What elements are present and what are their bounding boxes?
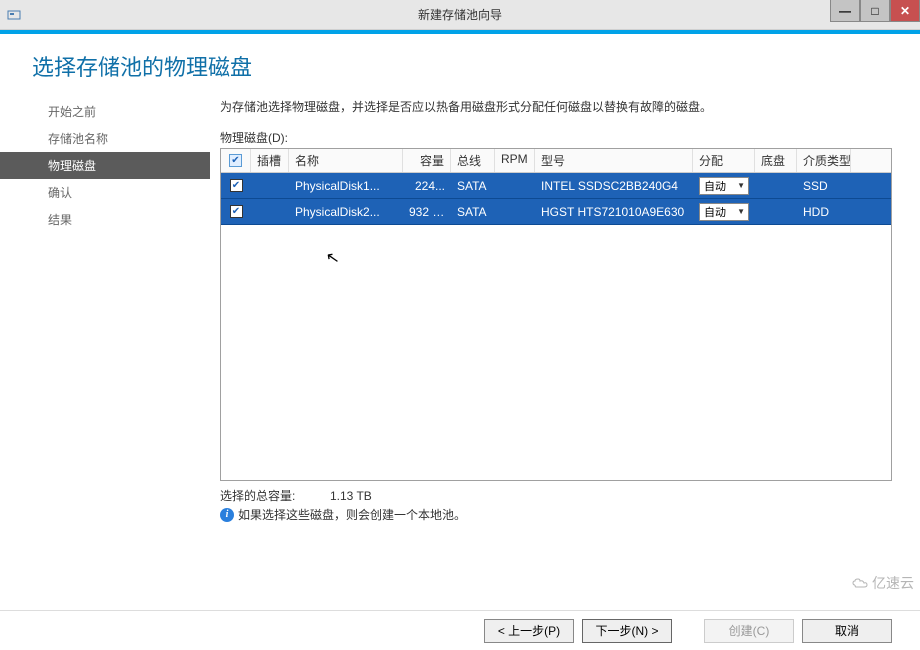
info-text: 如果选择这些磁盘，则会创建一个本地池。 [238, 506, 466, 523]
col-capacity[interactable]: 容量 [403, 149, 451, 172]
instruction-text: 为存储池选择物理磁盘，并选择是否应以热备用磁盘形式分配任何磁盘以替换有故障的磁盘… [220, 98, 892, 115]
previous-button[interactable]: < 上一步(P) [484, 619, 574, 643]
row-checkbox[interactable]: ✔ [230, 205, 243, 218]
titlebar: 新建存储池向导 — □ ✕ [0, 0, 920, 30]
table-header-row: ✔ 插槽 名称 容量 总线 RPM 型号 分配 底盘 介质类型 [221, 149, 891, 173]
next-button[interactable]: 下一步(N) > [582, 619, 672, 643]
cell-chassis [755, 209, 797, 215]
wizard-footer: < 上一步(P) 下一步(N) > 创建(C) 取消 [0, 610, 920, 650]
col-model[interactable]: 型号 [535, 149, 693, 172]
wizard-steps-sidebar: 开始之前 存储池名称 物理磁盘 确认 结果 [0, 98, 210, 610]
table-row[interactable]: ✔ PhysicalDisk1... 224... SATA INTEL SSD… [221, 173, 891, 199]
close-button[interactable]: ✕ [890, 0, 920, 22]
info-icon: i [220, 508, 234, 522]
total-capacity-label: 选择的总容量: [220, 487, 330, 504]
cell-media: SSD [797, 176, 851, 196]
sidebar-item-confirm[interactable]: 确认 [0, 179, 210, 206]
cell-name: PhysicalDisk1... [289, 176, 403, 196]
physical-disks-table: ✔ 插槽 名称 容量 总线 RPM 型号 分配 底盘 介质类型 ✔ Physic… [220, 148, 892, 481]
main-panel: 为存储池选择物理磁盘，并选择是否应以热备用磁盘形式分配任何磁盘以替换有故障的磁盘… [210, 98, 920, 610]
col-chassis[interactable]: 底盘 [755, 149, 797, 172]
col-slot[interactable]: 插槽 [251, 149, 289, 172]
row-checkbox[interactable]: ✔ [230, 179, 243, 192]
col-rpm[interactable]: RPM [495, 149, 535, 172]
chevron-down-icon: ▼ [737, 207, 745, 216]
cell-name: PhysicalDisk2... [289, 202, 403, 222]
cell-rpm [495, 183, 535, 189]
allocation-dropdown[interactable]: 自动▼ [699, 177, 749, 195]
cell-bus: SATA [451, 176, 495, 196]
table-body: ✔ PhysicalDisk1... 224... SATA INTEL SSD… [221, 173, 891, 480]
col-allocation[interactable]: 分配 [693, 149, 755, 172]
minimize-button[interactable]: — [830, 0, 860, 22]
col-bus[interactable]: 总线 [451, 149, 495, 172]
table-label: 物理磁盘(D): [220, 129, 892, 146]
cell-model: INTEL SSDSC2BB240G4 [535, 176, 693, 196]
col-media[interactable]: 介质类型 [797, 149, 851, 172]
chevron-down-icon: ▼ [737, 181, 745, 190]
cell-rpm [495, 209, 535, 215]
table-row[interactable]: ✔ PhysicalDisk2... 932 GB SATA HGST HTS7… [221, 199, 891, 225]
window-title: 新建存储池向导 [0, 6, 920, 23]
cell-capacity: 224... [403, 176, 451, 196]
cancel-button[interactable]: 取消 [802, 619, 892, 643]
cell-slot [251, 209, 289, 215]
allocation-dropdown[interactable]: 自动▼ [699, 203, 749, 221]
cell-slot [251, 183, 289, 189]
page-title: 选择存储池的物理磁盘 [0, 34, 920, 90]
summary-section: 选择的总容量: 1.13 TB i 如果选择这些磁盘，则会创建一个本地池。 [220, 487, 892, 523]
watermark: 亿速云 [851, 573, 914, 593]
col-name[interactable]: 名称 [289, 149, 403, 172]
cell-bus: SATA [451, 202, 495, 222]
cell-model: HGST HTS721010A9E630 [535, 202, 693, 222]
select-all-checkbox[interactable]: ✔ [229, 154, 242, 167]
cell-chassis [755, 183, 797, 189]
cell-media: HDD [797, 202, 851, 222]
total-capacity-value: 1.13 TB [330, 489, 372, 503]
sidebar-item-results[interactable]: 结果 [0, 206, 210, 233]
sidebar-item-physical-disks[interactable]: 物理磁盘 [0, 152, 210, 179]
create-button: 创建(C) [704, 619, 794, 643]
sidebar-item-before-begin[interactable]: 开始之前 [0, 98, 210, 125]
maximize-button[interactable]: □ [860, 0, 890, 22]
sidebar-item-pool-name[interactable]: 存储池名称 [0, 125, 210, 152]
cell-capacity: 932 GB [403, 202, 451, 222]
